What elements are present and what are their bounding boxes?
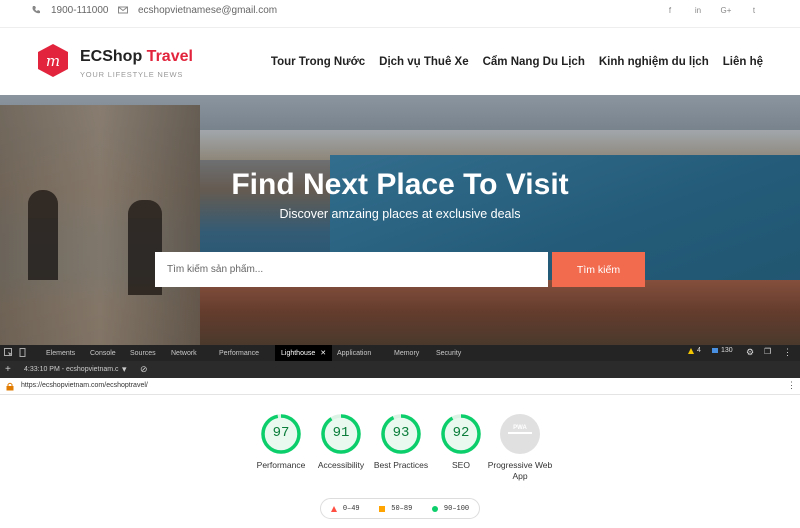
score-legend: 0–49 50–89 90–100	[320, 498, 480, 519]
email-address: ecshopvietnamese@gmail.com	[138, 4, 278, 16]
fail-triangle-icon	[330, 505, 337, 512]
hero-title: Find Next Place To Visit	[231, 168, 569, 201]
close-tab-icon[interactable]: ✕	[320, 349, 326, 357]
brand-accent: Travel	[146, 48, 193, 65]
warning-icon	[688, 347, 694, 354]
legend-average: 50–89	[379, 505, 412, 513]
site-header: m ECShop Travel YOUR LIFESTYLE NEWS Tour…	[0, 28, 800, 95]
tab-console[interactable]: Console	[90, 345, 116, 361]
nav-item-tour[interactable]: Tour Trong Nước	[271, 56, 365, 68]
search-button[interactable]: Tìm kiếm	[552, 252, 645, 287]
tagline: YOUR LIFESTYLE NEWS	[80, 70, 184, 79]
mail-icon	[118, 6, 128, 14]
twitter-icon[interactable]: t	[748, 6, 760, 15]
nav-item-car-rental[interactable]: Dịch vụ Thuê Xe	[379, 56, 468, 68]
audited-url-bar: https://ecshopvietnam.com/ecshoptravel/ …	[0, 378, 800, 395]
tab-network[interactable]: Network	[171, 345, 197, 361]
tab-lighthouse-label: Lighthouse	[281, 349, 316, 357]
more-options-icon[interactable]: ⋮	[783, 347, 792, 358]
brand-name[interactable]: ECShop Travel	[80, 48, 193, 66]
nav-item-travel-guide[interactable]: Cẩm Nang Du Lịch	[483, 56, 585, 68]
logo-icon[interactable]: m	[37, 43, 69, 78]
device-toolbar-icon[interactable]	[18, 348, 27, 357]
score-gauge-pwa[interactable]: PWA Progressive Web App	[485, 413, 555, 482]
tab-security[interactable]: Security	[436, 345, 461, 361]
messages-badge[interactable]: 130	[712, 347, 733, 354]
tab-application[interactable]: Application	[337, 345, 371, 361]
dock-side-icon[interactable]: ❐	[764, 347, 771, 356]
report-dropdown-icon[interactable]: ▾	[122, 361, 127, 378]
phone-number: 1900-111000	[51, 4, 109, 16]
nav-item-contact[interactable]: Liên hệ	[723, 56, 763, 68]
top-bar: 1900-111000 ecshopvietnamese@gmail.com f…	[0, 0, 800, 28]
search-input[interactable]	[155, 252, 548, 287]
clear-reports-icon[interactable]: ⊘	[140, 361, 148, 378]
inspect-element-icon[interactable]	[4, 348, 13, 357]
tab-elements[interactable]: Elements	[46, 345, 75, 361]
tab-lighthouse[interactable]: Lighthouse ✕	[275, 345, 333, 361]
lock-icon	[6, 382, 14, 391]
devtools-tab-bar: Elements Console Sources Network Perform…	[0, 345, 800, 361]
legend-pass: 90–100	[431, 505, 469, 513]
phone-contact[interactable]: 1900-111000	[31, 0, 108, 20]
tab-memory[interactable]: Memory	[394, 345, 419, 361]
linkedin-icon[interactable]: in	[692, 6, 704, 15]
settings-gear-icon[interactable]: ⚙	[746, 347, 754, 358]
audited-url[interactable]: https://ecshopvietnam.com/ecshoptravel/	[21, 382, 148, 389]
url-more-icon[interactable]: ⋮	[787, 380, 796, 391]
tab-performance[interactable]: Performance	[219, 345, 259, 361]
pwa-badge-icon: PWA	[500, 414, 540, 454]
email-contact[interactable]: ecshopvietnamese@gmail.com	[118, 0, 277, 20]
main-nav: Tour Trong Nước Dịch vụ Thuê Xe Cẩm Nang…	[271, 56, 763, 68]
lighthouse-report-bar: + 4:33:10 PM - ecshopvietnam.c ▾ ⊘	[0, 361, 800, 378]
warnings-badge[interactable]: 4	[688, 347, 701, 354]
messages-count: 130	[721, 347, 733, 354]
pass-circle-icon	[431, 505, 438, 512]
google-plus-icon[interactable]: G+	[720, 6, 732, 15]
tab-sources[interactable]: Sources	[130, 345, 156, 361]
brand-main: ECShop	[80, 48, 143, 65]
report-selector[interactable]: 4:33:10 PM - ecshopvietnam.c	[24, 361, 119, 378]
hero-subtitle: Discover amzaing places at exclusive dea…	[279, 207, 521, 221]
social-links: f in G+ t	[664, 6, 760, 15]
message-icon	[712, 348, 718, 353]
hero-banner: Find Next Place To Visit Discover amzain…	[0, 95, 800, 345]
svg-text:m: m	[46, 52, 60, 70]
phone-icon	[32, 6, 40, 14]
legend-fail: 0–49	[330, 505, 360, 513]
average-square-icon	[379, 505, 386, 512]
nav-item-experience[interactable]: Kinh nghiệm du lịch	[599, 56, 709, 68]
new-report-icon[interactable]: +	[5, 361, 11, 378]
warnings-count: 4	[697, 347, 701, 354]
facebook-icon[interactable]: f	[664, 6, 676, 15]
lighthouse-summary: 97 Performance 91 Accessibility 93 Best Pract…	[0, 395, 800, 528]
pwa-badge-text: PWA	[513, 425, 527, 431]
score-label-pwa: Progressive Web App	[487, 460, 553, 481]
